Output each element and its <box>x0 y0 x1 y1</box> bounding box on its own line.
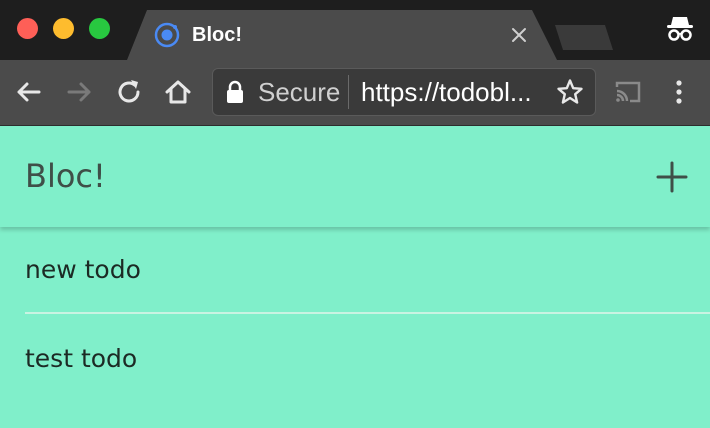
app-header <box>0 126 710 227</box>
incognito-icon <box>667 17 693 41</box>
security-label: Secure <box>258 77 341 107</box>
star-icon[interactable] <box>556 78 584 106</box>
url-text[interactable]: https://todobl... <box>361 76 532 108</box>
home-icon[interactable] <box>162 76 194 108</box>
plus-icon[interactable] <box>655 160 689 194</box>
todo-label: new todo <box>25 255 141 284</box>
ionic-favicon-icon <box>154 22 180 48</box>
new-tab-button[interactable] <box>555 25 613 50</box>
omnibox-divider <box>348 75 349 109</box>
lock-icon <box>227 80 243 103</box>
maximize-window-button[interactable] <box>89 18 110 39</box>
close-icon[interactable] <box>508 24 530 46</box>
todo-label: test todo <box>25 344 138 373</box>
close-window-button[interactable] <box>17 18 38 39</box>
arrow-left-icon[interactable] <box>13 76 45 108</box>
page-title: Bloc! <box>25 157 106 195</box>
reload-icon[interactable] <box>113 76 145 108</box>
tab-title: Bloc! <box>192 24 242 46</box>
minimize-window-button[interactable] <box>53 18 74 39</box>
kebab-menu-icon[interactable] <box>663 76 695 108</box>
arrow-right-icon[interactable] <box>63 76 95 108</box>
cast-icon[interactable] <box>612 76 644 108</box>
